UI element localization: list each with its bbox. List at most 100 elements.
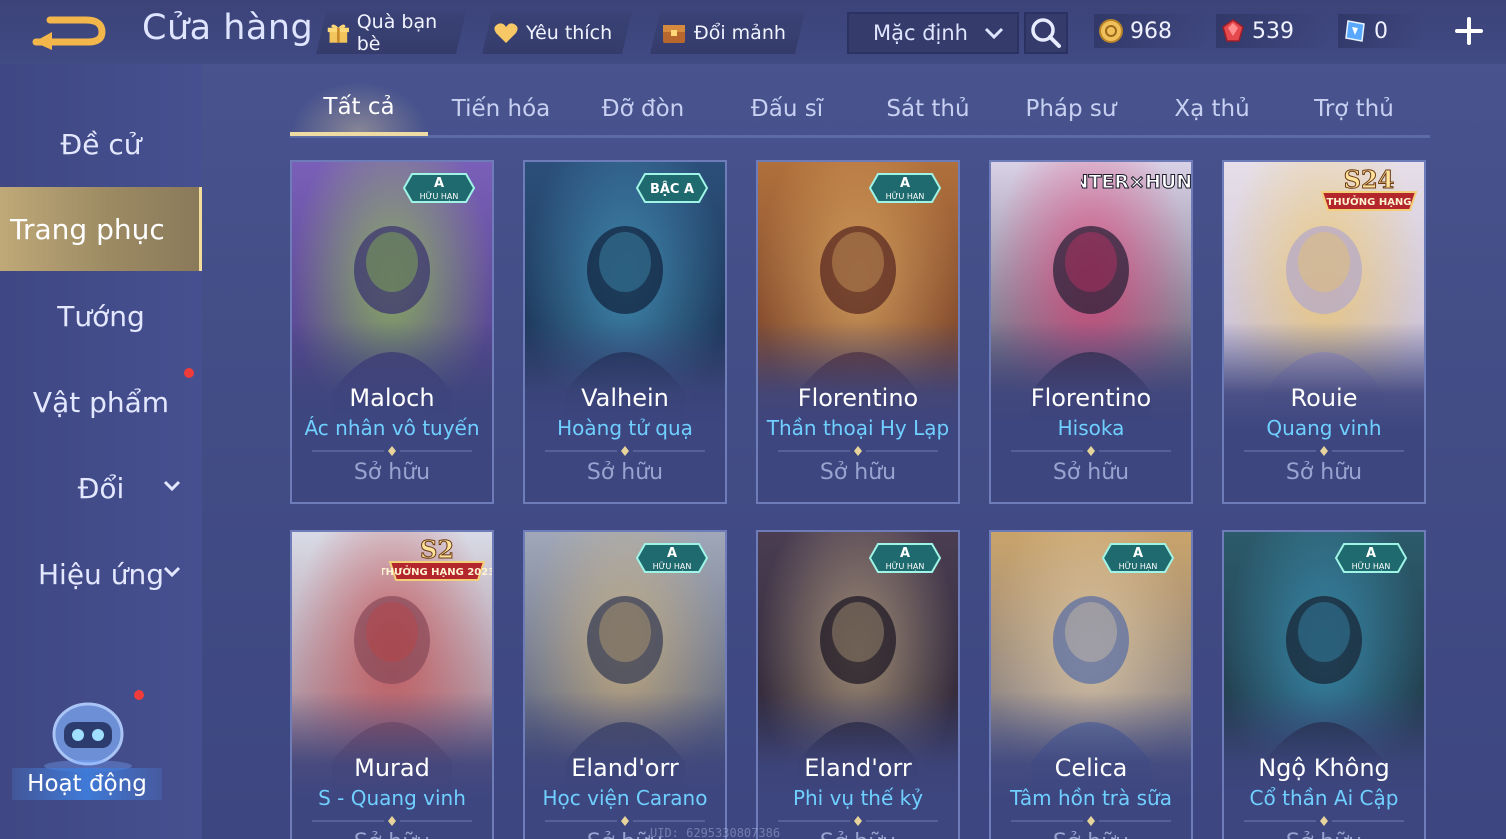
favorites-button[interactable]: Yêu thích	[482, 12, 632, 54]
sidebar: Đề cử Trang phục Tướng Vật phẩm Đổi Hiệu…	[0, 64, 202, 839]
gold-balance: 968	[1094, 14, 1208, 48]
hexagon-badge-icon: A HỮU HẠN	[1334, 543, 1408, 573]
friend-gift-button[interactable]: Quà bạn bè	[316, 12, 466, 54]
skin-card[interactable]: Florentino Thần thoại Hy Lạp Sở hữu A HỮ…	[756, 160, 960, 504]
voucher-card-icon	[1345, 20, 1365, 42]
season-label: S2	[420, 535, 454, 564]
owned-status: Sở hữu	[292, 830, 492, 839]
badge-letter: A	[434, 176, 444, 191]
back-arrow-icon[interactable]	[30, 12, 110, 52]
hero-name: Ngộ Không	[1258, 754, 1390, 782]
tab-label: Pháp sư	[1025, 96, 1117, 122]
sidebar-item-exchange[interactable]: Đổi	[0, 446, 202, 530]
hero-name: Eland'orr	[804, 754, 912, 782]
season-rank-badge: S2 THƯỞNG HẠNG 2023	[379, 532, 492, 592]
hero-name: Valhein	[581, 384, 669, 412]
skin-name: Cổ thần Ai Cập	[1249, 786, 1399, 810]
tab-assassin[interactable]: Sát thủ	[858, 82, 998, 136]
page-title: Cửa hàng	[142, 8, 314, 48]
sidebar-item-label: Đổi	[77, 471, 125, 505]
skin-card[interactable]: Maloch Ác nhân vô tuyến Sở hữu A HỮU HẠN	[290, 160, 494, 504]
hero-name: Maloch	[349, 384, 435, 412]
skin-card[interactable]: Valhein Hoàng tử quạ Sở hữu BẬC A	[523, 160, 727, 504]
tab-label: Đấu sĩ	[750, 96, 824, 122]
hexagon-badge-icon: A HỮU HẠN	[868, 173, 942, 203]
ruby-amount: 539	[1252, 18, 1294, 44]
top-bar: Cửa hàng Quà bạn bè Yêu thích Đổi mảnh M…	[0, 0, 1506, 64]
tier-badge: A HỮU HẠN	[868, 172, 942, 204]
sidebar-item-label: Tướng	[57, 299, 145, 333]
owned-status: Sở hữu	[1224, 830, 1424, 839]
skin-card[interactable]: Murad S - Quang vinh Sở hữu S2 THƯỞNG HẠ…	[290, 530, 494, 839]
card-divider	[1011, 446, 1171, 456]
hero-name: Murad	[354, 754, 430, 782]
owned-status: Sở hữu	[586, 460, 664, 485]
gold-amount: 968	[1130, 18, 1172, 44]
tab-label: Xạ thủ	[1174, 96, 1250, 122]
tier-badge: A HỮU HẠN	[1101, 542, 1175, 574]
tab-evolution[interactable]: Tiến hóa	[432, 82, 570, 136]
tab-label: Tiến hóa	[451, 96, 551, 122]
badge-letter: BẬC A	[650, 181, 694, 197]
sidebar-item-label: Đề cử	[60, 127, 142, 161]
sidebar-item-effects[interactable]: Hiệu ứng	[0, 532, 202, 616]
gold-coin-icon	[1099, 19, 1123, 43]
chevron-down-icon	[163, 566, 181, 578]
chevron-down-icon	[163, 480, 181, 492]
skin-card[interactable]: Celica Tâm hồn trà sữa Sở hữu A HỮU HẠN	[989, 530, 1193, 839]
heart-icon	[492, 19, 520, 47]
hexagon-badge-icon: BẬC A	[635, 173, 709, 203]
owned-status: Sở hữu	[1285, 460, 1363, 485]
hero-name: Celica	[1054, 754, 1128, 782]
hexagon-badge-icon: A HỮU HẠN	[1101, 543, 1175, 573]
badge-subtext: HỮU HẠN	[1352, 560, 1391, 572]
tier-badge: A HỮU HẠN	[1334, 542, 1408, 574]
tier-badge: A HỮU HẠN	[868, 542, 942, 574]
skin-card[interactable]: Eland'orr Học viện Carano Sở hữu A HỮU H…	[523, 530, 727, 839]
skin-name: Hoàng tử quạ	[557, 416, 693, 440]
hunter-logo-icon: HUNTER×HUNTER	[1041, 171, 1191, 194]
uid-watermark: UID: 6295330807386	[650, 826, 781, 839]
friend-gift-label: Quà bạn bè	[356, 11, 438, 55]
card-divider	[778, 446, 938, 456]
category-tabs: Tất cả Tiến hóa Đỡ đòn Đấu sĩ Sát thủ Ph…	[290, 82, 1430, 138]
season-label: S24	[1344, 165, 1395, 194]
exchange-shards-button[interactable]: Đổi mảnh	[650, 12, 805, 54]
tab-fighter[interactable]: Đấu sĩ	[716, 82, 858, 136]
card-divider	[312, 816, 472, 826]
card-divider	[1244, 446, 1404, 456]
badge-letter: A	[667, 546, 677, 561]
tab-tank[interactable]: Đỡ đòn	[574, 82, 712, 136]
skin-card[interactable]: Eland'orr Phi vụ thế kỷ Sở hữu A HỮU HẠN	[756, 530, 960, 839]
tab-label: Đỡ đòn	[601, 96, 685, 122]
owned-status: Sở hữu	[758, 830, 958, 839]
card-divider	[545, 816, 705, 826]
season-badge-icon: S24 THƯỞNG HẠNG	[1320, 165, 1418, 211]
plus-icon[interactable]	[1452, 14, 1486, 48]
sort-dropdown[interactable]: Mặc định	[847, 12, 1019, 54]
tab-support[interactable]: Trợ thủ	[1284, 82, 1424, 136]
sidebar-item-recommended[interactable]: Đề cử	[0, 102, 202, 186]
skin-card[interactable]: Florentino Hisoka Sở hữu HUNTER×HUNTER	[989, 160, 1193, 504]
sidebar-item-items[interactable]: Vật phẩm	[0, 360, 202, 444]
sidebar-item-heroes[interactable]: Tướng	[0, 274, 202, 358]
skin-card[interactable]: Ngộ Không Cổ thần Ai Cập Sở hữu A HỮU HẠ…	[1222, 530, 1426, 839]
search-button[interactable]	[1024, 12, 1068, 54]
badge-subtext: HỮU HẠN	[886, 560, 925, 572]
tab-label: Tất cả	[323, 94, 395, 120]
tab-marksman[interactable]: Xạ thủ	[1142, 82, 1282, 136]
tab-mage[interactable]: Pháp sư	[1000, 82, 1142, 136]
badge-letter: A	[1133, 546, 1143, 561]
activity-button[interactable]: Hoạt động	[12, 692, 162, 812]
search-icon	[1031, 18, 1061, 48]
collab-logo: HUNTER×HUNTER	[1041, 162, 1191, 222]
card-divider	[1011, 816, 1171, 826]
sidebar-item-skins[interactable]: Trang phục	[0, 187, 202, 271]
season-rank-badge: S24 THƯỞNG HẠNG	[1314, 162, 1424, 222]
tab-all[interactable]: Tất cả	[290, 82, 428, 136]
hexagon-badge-icon: A HỮU HẠN	[402, 173, 476, 203]
badge-subtext: HỮU HẠN	[1119, 560, 1158, 572]
robot-mascot-icon	[44, 702, 132, 772]
skin-card[interactable]: Rouie Quang vinh Sở hữu S24 THƯỞNG HẠNG	[1222, 160, 1426, 504]
hero-name: Florentino	[1030, 384, 1152, 412]
